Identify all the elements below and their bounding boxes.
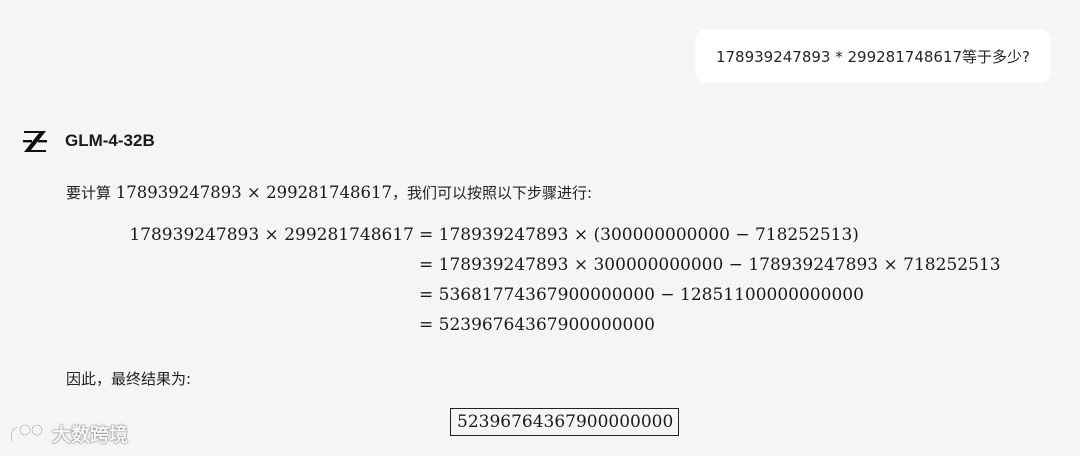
intro-suffix: ，我们可以按照以下步骤进行: [392,184,593,202]
user-message-bubble: 178939247893 * 299281748617等于多少? [694,29,1051,83]
final-answer-box: 52396764367900000000 [450,408,680,436]
equation-line: = 52396764367900000000 [419,315,655,335]
zhipu-z-logo-icon [23,131,47,152]
intro-expression: 178939247893 × 299281748617 [115,183,393,202]
watermark-text: 大数跨境 [52,424,129,446]
intro-prefix: 要计算 [66,184,116,202]
equation-line: = 53681774367900000000 − 128511000000000… [419,285,864,305]
equation-line: = 178939247893 × (300000000000 − 7182525… [419,225,859,245]
watermark: 大数跨境 [8,420,128,447]
user-message-text: 178939247893 * 299281748617等于多少? [715,47,1030,66]
response-intro: 要计算 178939247893 × 299281748617，我们可以按照以下… [66,182,592,203]
equation-line: = 178939247893 × 300000000000 − 17893924… [419,255,1001,275]
model-name: GLM-4-32B [65,131,155,150]
conclusion-text: 因此，最终结果为: [66,370,192,388]
model-header: GLM-4-32B [22,128,155,154]
watermark-logo-icon [10,423,44,441]
equation-lhs: 178939247893 × 299281748617 [129,225,414,245]
